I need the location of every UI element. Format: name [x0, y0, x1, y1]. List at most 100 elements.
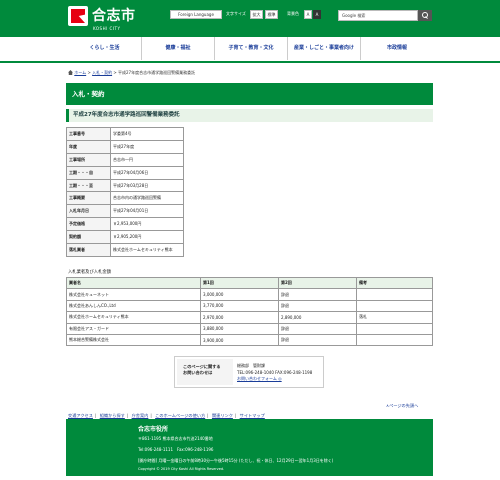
search-input[interactable]: Google 検索 — [338, 10, 418, 21]
nav-kenko[interactable]: 健康・福祉 — [141, 37, 214, 60]
breadcrumb-current: 平成27年度合志市通学路巡回警備業務委託 — [118, 70, 196, 75]
footer-sep: | — [94, 413, 97, 418]
footer-sep: | — [234, 413, 237, 418]
contact-form-link[interactable]: お問い合わせフォーム ◎ — [237, 376, 282, 381]
info-row: 工期・・・至 平成27年03月28日 — [66, 178, 184, 193]
bg-color-label: 背景色 — [287, 11, 299, 16]
bid-cell: 辞退 — [278, 322, 357, 335]
footer-sep: | — [207, 413, 209, 418]
bid-row: 有限会社アス・ガード 3,880,000 辞退 — [66, 322, 433, 335]
bid-cell: 2,890,000 — [278, 311, 357, 324]
info-value: 平成27年04月01日 — [110, 204, 184, 219]
bid-row: 株式会社あんしんCO.,Ltd 3,770,000 辞退 — [66, 299, 433, 313]
info-row: 工事場所 合志市一円 — [66, 152, 184, 167]
bid-table: 業者名 第1回 第2回 備考 株式会社キューネット 3,000,000 辞退 株式会… — [66, 276, 433, 347]
footer-link-related[interactable]: 関連リンク — [212, 413, 233, 418]
page-title: 入札・契約 — [66, 83, 433, 105]
info-key: 入札年月日 — [66, 204, 111, 219]
info-value: ￥2,905,200円 — [110, 230, 184, 245]
foreign-language-button[interactable]: Foreign Language — [170, 10, 222, 19]
info-value: 合志市内の通学路巡回警備 — [110, 191, 184, 206]
info-row: 工期・・・自 平成27年04月06日 — [66, 165, 184, 180]
bid-cell: 3,000,000 — [200, 288, 279, 301]
footer-link-access[interactable]: 交通アクセス — [68, 413, 93, 418]
footer-link-soshiki[interactable]: 組織から探す — [100, 413, 125, 418]
nav-shisei[interactable]: 市政情報 — [360, 37, 433, 60]
bid-cell — [356, 322, 433, 335]
info-key: 予定価格 — [66, 217, 111, 232]
info-key: 工事番号 — [66, 127, 111, 141]
bid-cell — [356, 299, 433, 313]
info-row: 工事番号 学委第4号 — [66, 127, 184, 141]
bg-color-black-button[interactable]: A — [313, 10, 321, 19]
info-value: 平成27年度 — [110, 139, 184, 154]
footer-link-chosha[interactable]: 庁舎案内 — [132, 413, 149, 418]
site-title[interactable]: 合志市 — [92, 5, 136, 25]
footer-sep: | — [150, 413, 152, 418]
breadcrumb-sep: > — [87, 70, 91, 75]
footer-sep: | — [126, 413, 129, 418]
info-row: 契約額 ￥2,905,200円 — [66, 230, 184, 245]
bid-cell — [356, 288, 433, 301]
logo-mark-icon — [71, 9, 85, 23]
city-logo-icon[interactable] — [68, 6, 88, 26]
contact-label: このページに関する お問い合わせは — [177, 359, 233, 385]
nav-divider — [0, 61, 500, 63]
footer-link-howto[interactable]: このホームページの使い方 — [155, 413, 205, 418]
info-key: 工事概要 — [66, 191, 111, 206]
bid-cell: 株式会社キューネット — [66, 288, 201, 301]
info-value: 学委第4号 — [110, 127, 184, 141]
bid-cell: 株式会社あんしんCO.,Ltd — [66, 299, 201, 313]
font-enlarge-button[interactable]: 拡大 — [250, 10, 263, 19]
bid-cell: 3,900,000 — [200, 333, 279, 347]
bid-cell: 2,970,000 — [200, 311, 279, 324]
bid-header-cell: 第1回 — [200, 276, 279, 290]
global-nav: くらし・生活 健康・福祉 子育て・教育・文化 産業・しごと・事業者向け 市政情報 — [68, 37, 433, 60]
bid-cell: 辞退 — [278, 288, 357, 301]
bid-row: 株式会社ホームセキュリティ熊本 2,970,000 2,890,000 落札 — [66, 311, 433, 324]
contact-label-line2: お問い合わせは — [183, 370, 213, 375]
footer-link-sitemap[interactable]: サイトマップ — [240, 413, 265, 418]
nav-kurashi[interactable]: くらし・生活 — [68, 37, 141, 60]
font-size-label: 文字サイズ — [226, 11, 246, 16]
home-icon — [68, 70, 73, 75]
footer-copyright: Copyright © 2019 City Koshi All Rights R… — [138, 467, 225, 471]
footer-title: 合志市役所 — [138, 426, 169, 433]
nav-kosodate[interactable]: 子育て・教育・文化 — [214, 37, 287, 60]
footer-tel: Tel:096-248-1111 Fax:096-248-1196 — [138, 447, 214, 452]
breadcrumb-nyusatsu[interactable]: 入札・契約 — [92, 70, 112, 75]
info-key: 落札業者 — [66, 243, 111, 257]
bid-cell: 辞退 — [278, 333, 357, 347]
site-header: 合志市 KOSHI CITY Foreign Language 文字サイズ 拡大… — [0, 0, 500, 37]
bid-header-cell: 備考 — [356, 276, 433, 290]
info-row: 工事概要 合志市内の通学路巡回警備 — [66, 191, 184, 206]
breadcrumb: ホーム > 入札・契約 > 平成27年度合志市通学路巡回警備業務委託 — [68, 70, 195, 77]
info-value: 合志市一円 — [110, 152, 184, 167]
bid-row: 株式会社キューネット 3,000,000 辞退 — [66, 288, 433, 301]
font-standard-button[interactable]: 標準 — [265, 10, 278, 19]
info-key: 契約額 — [66, 230, 111, 245]
bid-header-row: 業者名 第1回 第2回 備考 — [66, 276, 433, 290]
bid-cell: 有限会社アス・ガード — [66, 322, 201, 335]
info-value: 株式会社ホームセキュリティ熊本 — [110, 243, 184, 257]
info-key: 工期・・・至 — [66, 178, 111, 193]
bid-row: 熊本総合警備株式会社 3,900,000 辞退 — [66, 333, 433, 347]
breadcrumb-home[interactable]: ホーム — [74, 70, 86, 75]
search-icon[interactable] — [418, 10, 432, 21]
contact-box: このページに関する お問い合わせは 総務部 管財課 TEL:096-248-10… — [174, 356, 324, 388]
info-table: 工事番号 学委第4号 年度 平成27年度 工事場所 合志市一円 工期・・・自 平成27年… — [66, 127, 184, 257]
page-top-link[interactable]: ∧ページの先頭へ — [386, 403, 418, 409]
site-subtitle: KOSHI CITY — [93, 26, 121, 31]
nav-sangyo[interactable]: 産業・しごと・事業者向け — [287, 37, 360, 60]
bid-cell: 株式会社ホームセキュリティ熊本 — [66, 311, 201, 324]
bg-color-white-button[interactable]: A — [304, 10, 312, 19]
bid-cell: 3,770,000 — [200, 299, 279, 313]
info-key: 工期・・・自 — [66, 165, 111, 180]
bid-cell — [356, 333, 433, 347]
site-footer: 合志市役所 〒861-1195 熊本県合志市竹迫2140番地 Tel:096-2… — [66, 419, 433, 476]
section-title: 平成27年度合志市通学路巡回警備業務委託 — [66, 109, 433, 122]
contact-body: 総務部 管財課 TEL:096-248-1040 FAX:096-248-119… — [237, 363, 312, 383]
info-value: 平成27年04月06日 — [110, 165, 184, 180]
footer-address: 〒861-1195 熊本県合志市竹迫2140番地 — [138, 436, 213, 441]
info-key: 年度 — [66, 139, 111, 154]
